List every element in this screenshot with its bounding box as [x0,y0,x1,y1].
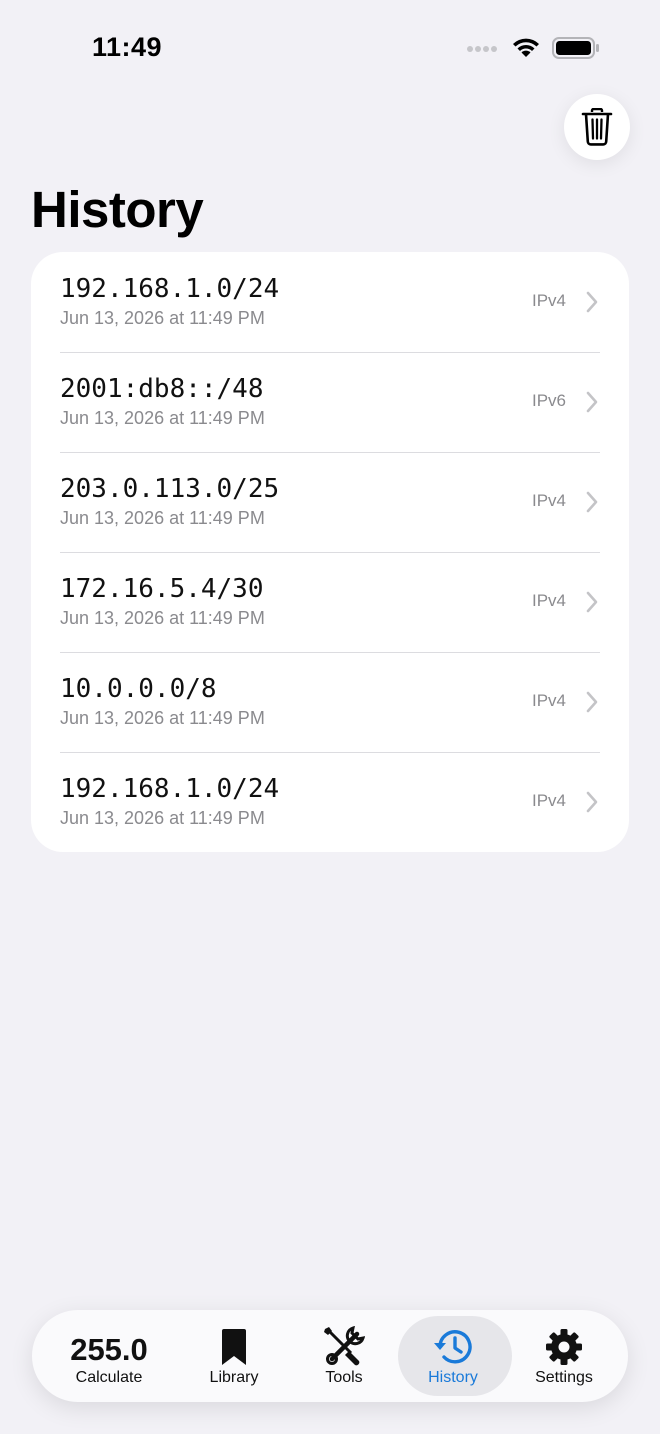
tab-label: History [428,1369,478,1386]
tools-icon [324,1326,365,1366]
clear-history-button[interactable] [564,94,630,160]
history-ip-type: IPv4 [531,691,566,710]
status-time: 11:49 [92,32,163,62]
status-icons [466,36,600,60]
history-row[interactable]: 10.0.0.0/8 Jun 13, 2026 at 11:49 PM IPv4 [31,652,629,752]
cellular-signal-icon [467,46,497,52]
tab-calculate[interactable]: 255.0 Calculate [54,1310,164,1402]
tab-label: Library [209,1369,259,1386]
history-list: 192.168.1.0/24 Jun 13, 2026 at 11:49 PM … [31,252,629,852]
history-cidr: 192.168.1.0/24 [60,274,280,304]
chevron-right-icon [586,791,598,813]
tab-label: Tools [325,1369,363,1386]
chevron-right-icon [586,591,598,613]
history-row[interactable]: 172.16.5.4/30 Jun 13, 2026 at 11:49 PM I… [31,552,629,652]
chevron-right-icon [586,491,598,513]
chevron-right-icon [586,391,598,413]
history-date: Jun 13, 2026 at 11:49 PM [60,408,265,428]
history-cidr: 2001:db8::/48 [60,374,264,404]
history-ip-type: IPv4 [531,791,566,810]
chevron-right-icon [586,691,598,713]
history-cidr: 10.0.0.0/8 [60,674,217,704]
gear-icon [546,1329,582,1365]
history-ip-type: IPv4 [531,591,566,610]
history-row[interactable]: 192.168.1.0/24 Jun 13, 2026 at 11:49 PM … [31,752,629,852]
history-cidr: 172.16.5.4/30 [60,574,264,604]
tab-label: Calculate [75,1369,143,1386]
history-screen: 11:49 History 192.168.1.0/24 Jun 13, 202… [0,0,660,1434]
chevron-right-icon [586,291,598,313]
tab-label: Settings [535,1369,593,1386]
tab-settings[interactable]: Settings [509,1310,619,1402]
history-ip-type: IPv6 [531,391,566,410]
history-row[interactable]: 203.0.113.0/25 Jun 13, 2026 at 11:49 PM … [31,452,629,552]
history-ip-type: IPv4 [531,491,566,510]
trash-icon [581,108,613,146]
history-row[interactable]: 192.168.1.0/24 Jun 13, 2026 at 11:49 PM … [31,252,629,352]
calculate-value: 255.0 [70,1332,148,1367]
wifi-icon [513,38,539,57]
history-date: Jun 13, 2026 at 11:49 PM [60,608,265,628]
page-title: History [31,181,204,238]
bookmark-icon [222,1329,246,1365]
tab-history[interactable]: History [398,1310,512,1402]
tab-bar: 255.0 Calculate Library Tools History Se… [32,1310,628,1402]
tab-library[interactable]: Library [179,1310,289,1402]
battery-icon [552,37,599,59]
history-ip-type: IPv4 [531,291,566,310]
history-date: Jun 13, 2026 at 11:49 PM [60,808,265,828]
history-clock-icon [434,1330,472,1364]
history-row[interactable]: 2001:db8::/48 Jun 13, 2026 at 11:49 PM I… [31,352,629,452]
history-date: Jun 13, 2026 at 11:49 PM [60,308,265,328]
history-cidr: 192.168.1.0/24 [60,774,280,804]
history-cidr: 203.0.113.0/25 [60,474,280,504]
history-date: Jun 13, 2026 at 11:49 PM [60,508,265,528]
tab-tools[interactable]: Tools [289,1310,399,1402]
history-date: Jun 13, 2026 at 11:49 PM [60,708,265,728]
